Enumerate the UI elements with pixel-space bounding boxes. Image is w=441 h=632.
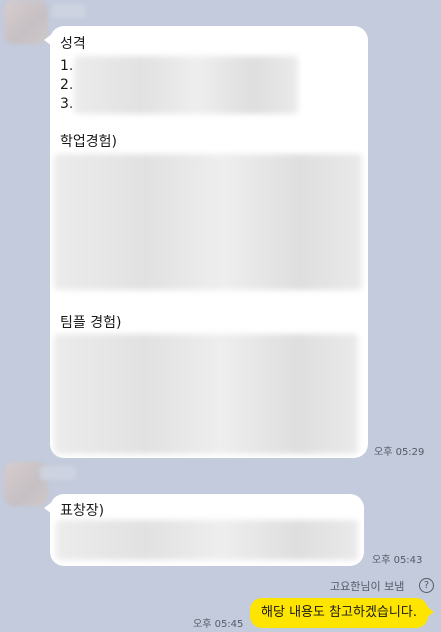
section-team-label: 팀플 경험): [60, 315, 122, 331]
redacted-team-text: [54, 334, 358, 454]
list-number-2: 2.: [60, 77, 74, 93]
sender-name-redacted: [40, 466, 76, 480]
message-bubble-award[interactable]: 표창장): [44, 494, 364, 566]
sender-name-redacted: [52, 4, 86, 18]
section-award-label: 표창장): [60, 503, 105, 519]
redacted-academic-text: [54, 154, 362, 290]
sent-by-note: 고요한님이 보냄: [330, 580, 405, 593]
section-academic-label: 학업경험): [60, 134, 117, 150]
outgoing-message-text: 해당 내용도 참고하겠습니다.: [261, 605, 417, 620]
redacted-personality-text: [74, 56, 298, 114]
message-line-personality: 성격: [60, 36, 86, 52]
outgoing-message-bubble[interactable]: 해당 내용도 참고하겠습니다.: [250, 598, 434, 628]
message-bubble-profile[interactable]: 성격 1. 2. 3. 학업경험) 팀플 경험): [44, 26, 368, 458]
help-icon[interactable]: ?: [419, 578, 434, 593]
message-time: 오후 05:43: [372, 555, 423, 566]
list-number-1: 1.: [60, 58, 74, 74]
message-time: 오후 05:29: [374, 447, 425, 458]
sender-avatar[interactable]: [4, 0, 48, 44]
redacted-award-text: [56, 520, 358, 560]
message-time: 오후 05:45: [193, 619, 244, 630]
list-number-3: 3.: [60, 96, 74, 112]
